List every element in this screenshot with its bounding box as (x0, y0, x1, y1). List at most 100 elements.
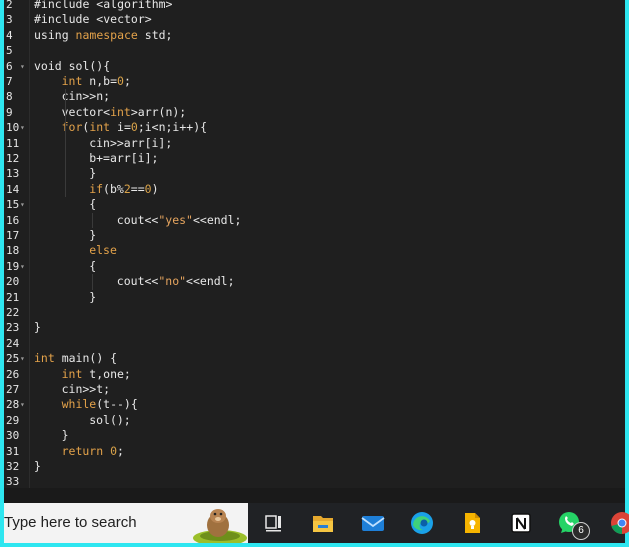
code-line[interactable]: 30} (4, 428, 625, 443)
code-token: int (89, 120, 111, 135)
code-token: } (34, 320, 41, 335)
taskbar-search-box[interactable]: Type here to search (4, 503, 248, 543)
code-token: std; (137, 27, 173, 42)
code-line[interactable]: 16 cout<<"yes"<<endl; (4, 213, 625, 228)
code-line[interactable]: 25 ▾ int main() { (4, 351, 625, 366)
code-text: } (89, 228, 96, 243)
code-token: >arr(n); (130, 104, 187, 119)
code-token: 0 (130, 120, 138, 135)
code-line[interactable]: 5 (4, 43, 625, 58)
code-text: int n,b=0; (62, 74, 131, 89)
code-text: cin>>t; (62, 382, 110, 397)
code-token: cin>>arr[i]; (89, 135, 173, 150)
line-number: 9 (6, 105, 13, 119)
code-line[interactable]: 32} (4, 459, 625, 474)
fold-chevron-icon[interactable]: ▾ (20, 351, 25, 366)
code-text: int main() { (34, 351, 117, 366)
code-token: 0 (144, 181, 152, 196)
code-line[interactable]: 24 (4, 336, 625, 351)
code-line[interactable]: 10 ▾ for(int i=0;i<n;i++){ (4, 120, 625, 135)
code-line[interactable]: 7 int n,b=0; (4, 74, 625, 89)
keep-icon[interactable] (458, 509, 486, 537)
code-text: b+=arr[i]; (89, 151, 158, 166)
code-token: else (89, 243, 117, 258)
code-token: 0 (117, 74, 124, 88)
code-token: (b% (103, 181, 124, 196)
code-line[interactable]: 14 if(b%2==0) (4, 182, 625, 197)
code-line[interactable]: 3 #include <vector> (4, 12, 625, 27)
code-text: cout<<"no"<<endl; (117, 274, 235, 289)
chrome-icon[interactable] (608, 509, 629, 537)
code-line[interactable]: 23} (4, 320, 625, 335)
code-line[interactable]: 2 #include <algorithm> (4, 0, 625, 12)
code-line[interactable]: 9 vector<int>arr(n); (4, 105, 625, 120)
line-number: 18 (6, 244, 20, 258)
code-line[interactable]: 17} (4, 228, 625, 243)
code-text: cout<<"yes"<<endl; (117, 213, 242, 228)
task-view-icon[interactable] (260, 509, 288, 537)
code-token: "no" (158, 274, 187, 289)
code-token: } (34, 459, 41, 473)
file-explorer-icon[interactable] (309, 509, 337, 537)
line-number: 2 (6, 0, 13, 11)
code-line[interactable]: 11 cin>>arr[i]; (4, 136, 625, 151)
line-number: 17 (6, 229, 20, 242)
code-token: } (89, 289, 97, 304)
code-line[interactable]: 15 ▾{ (4, 197, 625, 212)
fold-chevron-icon[interactable]: ▾ (20, 397, 25, 412)
code-token: ;i<n;i++){ (137, 120, 208, 135)
whatsapp-notification-badge: 6 (572, 522, 590, 540)
code-token: <<endl; (192, 212, 242, 227)
code-line[interactable]: 18 else (4, 243, 625, 258)
code-token: ; (117, 443, 124, 458)
fold-chevron-icon[interactable]: ▾ (20, 120, 25, 135)
code-text: } (34, 320, 41, 335)
code-token: ) (151, 181, 159, 196)
code-line[interactable]: 31 return 0; (4, 444, 625, 459)
code-token: main() { (54, 351, 118, 366)
code-token: { (89, 197, 97, 212)
fold-chevron-icon[interactable]: ▾ (20, 259, 25, 274)
code-token: ; (123, 74, 131, 88)
code-token: int (110, 104, 131, 119)
code-token: cout<< (116, 212, 159, 227)
code-line[interactable]: 21} (4, 290, 625, 305)
code-text: cin>>n; (62, 89, 110, 104)
fold-chevron-icon[interactable]: ▾ (20, 59, 25, 74)
code-line[interactable]: 20 cout<<"no"<<endl; (4, 274, 625, 289)
code-token: { (89, 258, 97, 273)
code-text: int t,one; (62, 367, 131, 382)
code-text: { (89, 197, 96, 212)
code-line[interactable]: 26 int t,one; (4, 367, 625, 382)
code-line[interactable]: 27 cin>>t; (4, 382, 625, 397)
code-token: vector< (61, 104, 111, 119)
code-line[interactable]: 13} (4, 166, 625, 181)
code-token: sol(); (89, 412, 131, 427)
indent-guide (92, 212, 94, 228)
line-number: 22 (6, 306, 20, 319)
line-number: 20 (6, 275, 20, 289)
code-line[interactable]: 8 cin>>n; (4, 89, 625, 104)
code-line[interactable]: 33 (4, 474, 625, 488)
code-line[interactable]: 12 b+=arr[i]; (4, 151, 625, 166)
line-number: 26 (6, 367, 20, 381)
code-line[interactable]: 19 ▾{ (4, 259, 625, 274)
code-token: cin>>n; (61, 89, 111, 104)
code-line[interactable]: 29 sol(); (4, 413, 625, 428)
fold-chevron-icon[interactable]: ▾ (20, 197, 25, 212)
notion-icon[interactable] (507, 509, 535, 537)
edge-icon[interactable] (408, 509, 436, 537)
code-line[interactable]: 22 (4, 305, 625, 320)
code-line[interactable]: 28 ▾ while(t--){ (4, 397, 625, 412)
code-token: using (34, 27, 76, 42)
code-token: cout<< (116, 274, 159, 289)
code-editor[interactable]: 2 #include <algorithm> 3 #include <vector> 4… (4, 0, 625, 488)
code-line[interactable]: 6 ▾ void sol(){ (4, 59, 625, 74)
code-token: b+=arr[i]; (89, 151, 159, 165)
code-token: } (89, 228, 97, 242)
code-token: (t--){ (96, 397, 138, 412)
line-number: 24 (6, 336, 20, 350)
mail-icon[interactable] (359, 509, 387, 537)
line-number: 4 (6, 28, 13, 42)
code-line[interactable]: 4 using namespace std; (4, 28, 625, 43)
